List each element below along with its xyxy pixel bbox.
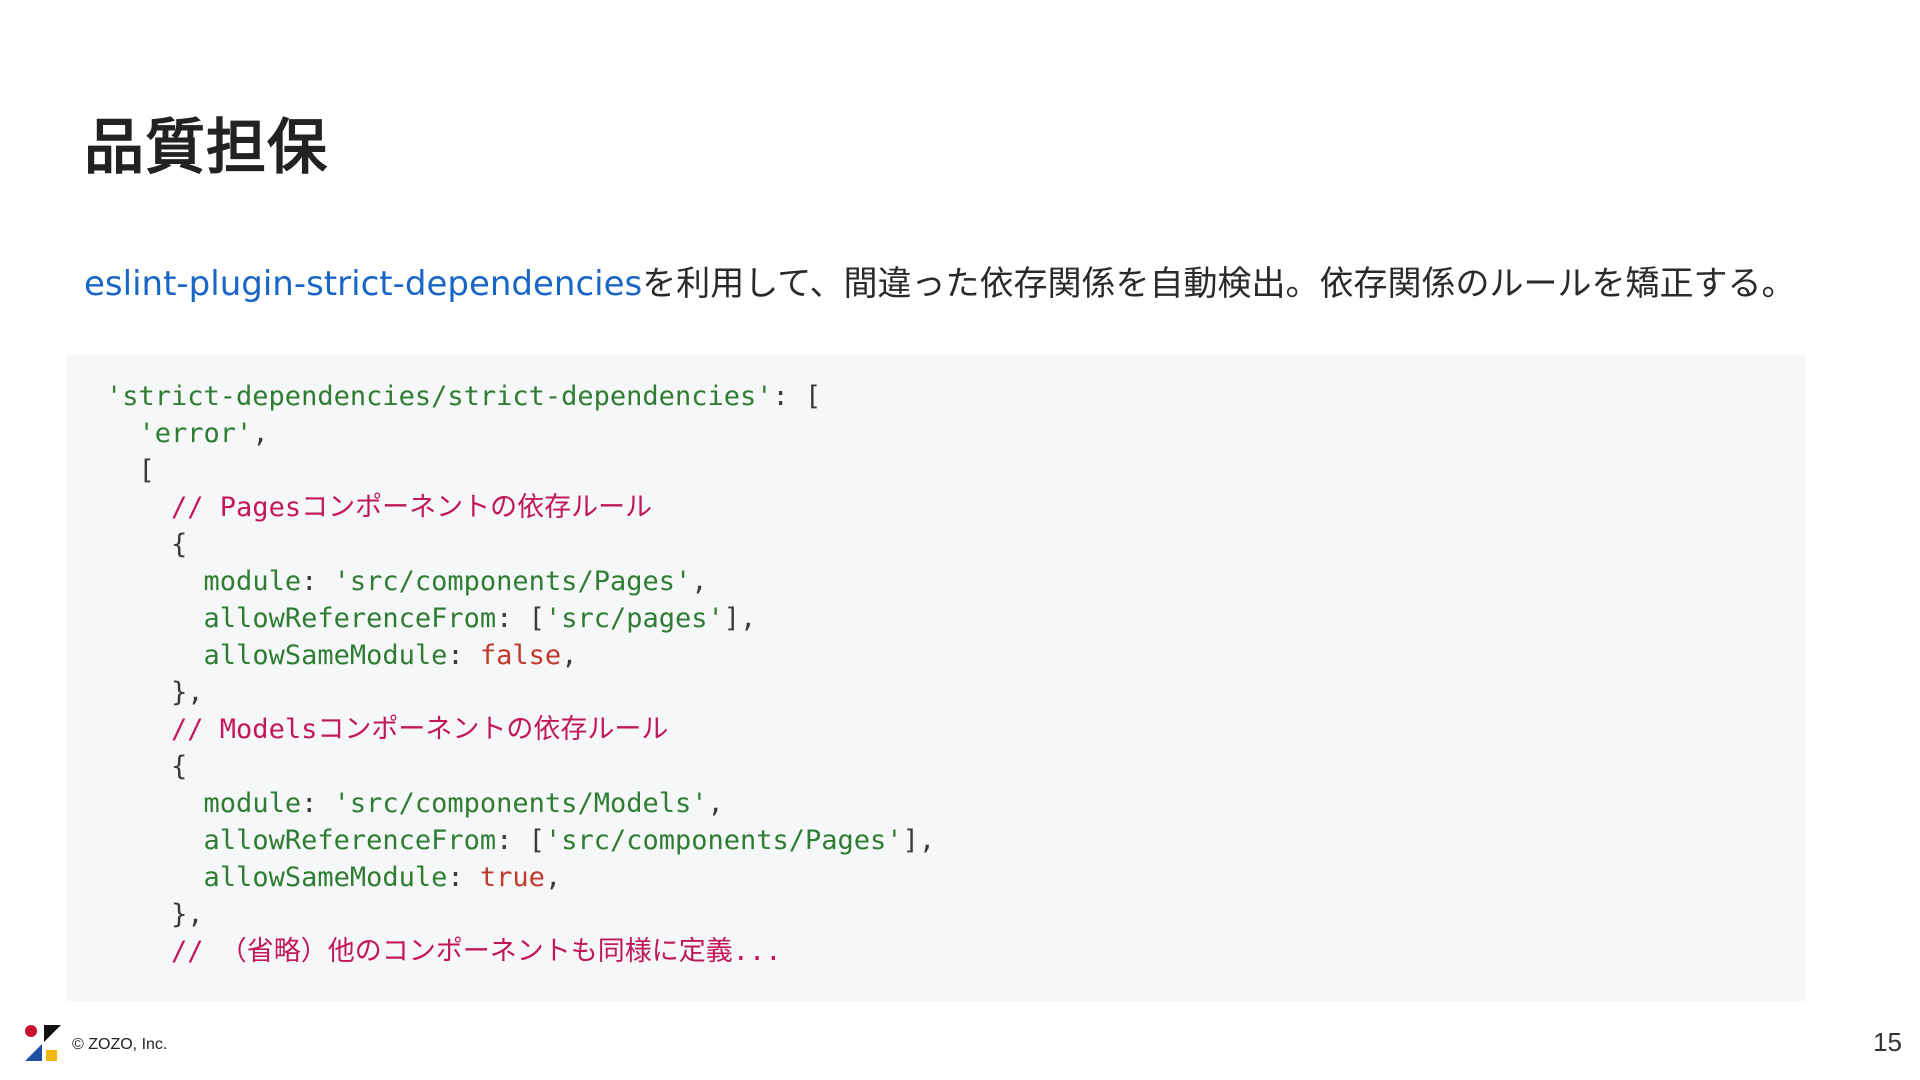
- code-line-13: allowReferenceFrom: ['src/components/Pag…: [106, 822, 1806, 859]
- code-punctuation: ,: [544, 862, 562, 893]
- code-punctuation: :: [447, 862, 480, 893]
- code-line-7: allowReferenceFrom: ['src/pages'],: [106, 600, 1806, 637]
- code-punctuation: {: [171, 751, 188, 782]
- code-line-12: module: 'src/components/Models',: [106, 785, 1806, 822]
- code-line-6: module: 'src/components/Pages',: [106, 563, 1806, 600]
- code-line-2: 'error',: [106, 415, 1806, 452]
- code-punctuation: ,: [707, 788, 724, 819]
- code-punctuation: ],: [723, 603, 757, 634]
- code-key: allowReferenceFrom: [203, 825, 497, 856]
- code-line-1: 'strict-dependencies/strict-dependencies…: [106, 378, 1806, 415]
- code-string: 'src/components/Pages': [333, 566, 692, 597]
- code-punctuation: :: [447, 640, 480, 671]
- logo-red-dot: [25, 1025, 37, 1037]
- intro-paragraph: eslint-plugin-strict-dependenciesを利用して、間…: [84, 258, 1796, 310]
- intro-text: を利用して、間違った依存関係を自動検出。依存関係のルールを矯正する。: [642, 264, 1796, 304]
- code-line-11: {: [106, 748, 1806, 785]
- slide-title: 品質担保: [84, 113, 328, 183]
- code-boolean: true: [479, 862, 545, 893]
- code-string: 'src/components/Pages': [544, 825, 903, 856]
- code-block: 'strict-dependencies/strict-dependencies…: [66, 355, 1806, 1001]
- eslint-plugin-link[interactable]: eslint-plugin-strict-dependencies: [84, 264, 642, 304]
- logo-black-triangle: [44, 1025, 61, 1042]
- code-punctuation: ],: [902, 825, 936, 856]
- code-punctuation: },: [171, 677, 204, 708]
- code-punctuation: : [: [496, 825, 545, 856]
- severity-string: 'error': [138, 418, 253, 449]
- logo-yellow-square: [46, 1050, 57, 1061]
- zozo-logo-icon: [25, 1025, 61, 1061]
- code-line-16: // （省略）他のコンポーネントも同様に定義...: [106, 933, 1806, 970]
- code-punctuation: [: [138, 455, 155, 486]
- code-punctuation: ,: [691, 566, 708, 597]
- copyright-text: © ZOZO, Inc.: [72, 1036, 168, 1053]
- code-comment-models: // Modelsコンポーネントの依存ルール: [171, 714, 669, 745]
- code-key: module: [203, 788, 302, 819]
- code-key: allowSameModule: [203, 640, 448, 671]
- code-comment-pages: // Pagesコンポーネントの依存ルール: [171, 492, 653, 523]
- code-punctuation: : [: [772, 381, 822, 412]
- code-key: allowReferenceFrom: [203, 603, 497, 634]
- code-line-9: },: [106, 674, 1806, 711]
- code-line-8: allowSameModule: false,: [106, 637, 1806, 674]
- code-punctuation: ,: [252, 418, 269, 449]
- code-punctuation: :: [301, 788, 334, 819]
- code-line-3: [: [106, 452, 1806, 489]
- code-line-15: },: [106, 896, 1806, 933]
- rule-name-string: 'strict-dependencies/strict-dependencies…: [106, 381, 773, 412]
- code-boolean: false: [479, 640, 562, 671]
- code-line-14: allowSameModule: true,: [106, 859, 1806, 896]
- code-comment-others: // （省略）他のコンポーネントも同様に定義...: [171, 936, 782, 967]
- code-key: allowSameModule: [203, 862, 448, 893]
- code-string: 'src/pages': [544, 603, 724, 634]
- code-string: 'src/components/Models': [333, 788, 708, 819]
- code-punctuation: : [: [496, 603, 545, 634]
- code-punctuation: ,: [561, 640, 578, 671]
- code-key: module: [203, 566, 302, 597]
- code-punctuation: {: [171, 529, 188, 560]
- code-line-5: {: [106, 526, 1806, 563]
- code-line-10: // Modelsコンポーネントの依存ルール: [106, 711, 1806, 748]
- code-punctuation: :: [301, 566, 334, 597]
- page-number: 15: [1873, 1027, 1902, 1057]
- code-line-4: // Pagesコンポーネントの依存ルール: [106, 489, 1806, 526]
- logo-blue-triangle: [25, 1044, 42, 1061]
- code-punctuation: },: [171, 899, 204, 930]
